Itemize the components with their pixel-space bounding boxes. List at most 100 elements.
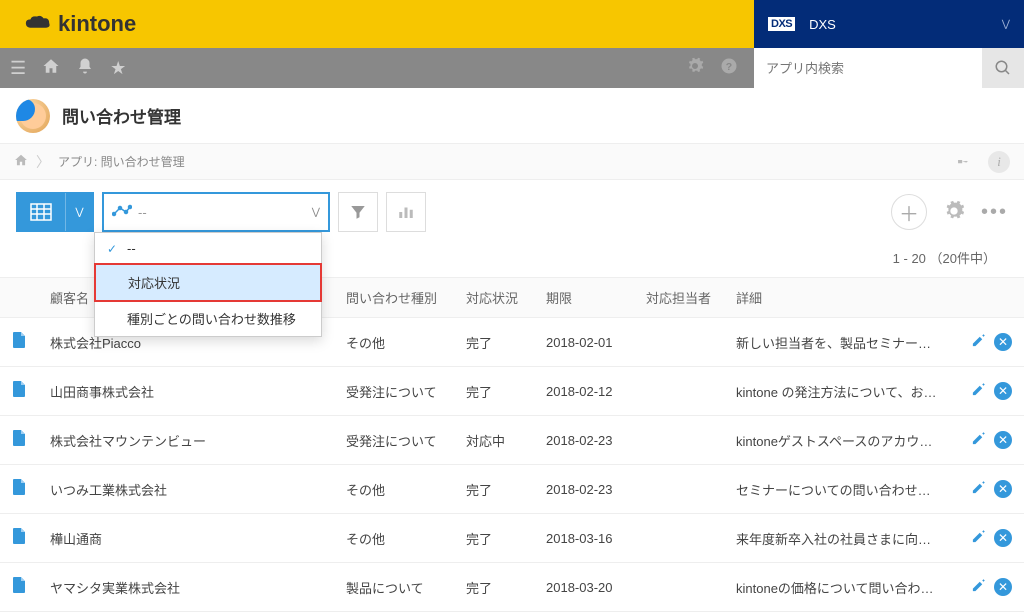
- chart-button[interactable]: [386, 192, 426, 232]
- pin-icon[interactable]: [956, 153, 970, 170]
- search-icon: [994, 59, 1012, 77]
- nav-bar: ☰ ★ ?: [0, 48, 1024, 88]
- app-avatar: [16, 99, 50, 133]
- settings-button[interactable]: [943, 200, 965, 225]
- dropdown-item-label: 種別ごとの問い合わせ数推移: [127, 309, 296, 328]
- table-row[interactable]: いつみ工業株式会社その他完了2018-02-23セミナーについての問い合わせ。k…: [0, 465, 1024, 514]
- dropdown-item[interactable]: ✓ --: [95, 233, 321, 264]
- check-icon: ✓: [107, 242, 121, 256]
- chevron-down-icon: ⋁: [1002, 19, 1010, 30]
- app-title: 問い合わせ管理: [62, 103, 181, 128]
- search-button[interactable]: [982, 48, 1024, 88]
- cell-type: その他: [334, 465, 454, 514]
- home-icon[interactable]: [14, 153, 28, 170]
- edit-button[interactable]: [971, 382, 986, 401]
- delete-button[interactable]: ✕: [994, 382, 1012, 400]
- edit-button[interactable]: [971, 480, 986, 499]
- dropdown-item-highlighted[interactable]: 対応状況: [94, 263, 322, 302]
- delete-button[interactable]: ✕: [994, 529, 1012, 547]
- col-detail[interactable]: 詳細: [724, 278, 954, 318]
- col-type[interactable]: 問い合わせ種別: [334, 278, 454, 318]
- dropdown-item-label: 対応状況: [128, 273, 180, 292]
- cell-detail: kintone の発注方法について、お問…: [724, 367, 954, 416]
- file-icon: [12, 580, 26, 597]
- edit-button[interactable]: [971, 578, 986, 597]
- info-icon[interactable]: i: [988, 151, 1010, 173]
- table-row[interactable]: 山田商事株式会社受発注について完了2018-02-12kintone の発注方法…: [0, 367, 1024, 416]
- delete-button[interactable]: ✕: [994, 431, 1012, 449]
- table-row[interactable]: 株式会社マウンテンビュー受発注について対応中2018-02-23kintoneゲ…: [0, 416, 1024, 465]
- edit-button[interactable]: [971, 431, 986, 450]
- home-icon[interactable]: [42, 57, 60, 80]
- cell-due: 2018-02-23: [534, 416, 634, 465]
- delete-button[interactable]: ✕: [994, 333, 1012, 351]
- cell-detail: 来年度新卒入社の社員さまに向けて…: [724, 514, 954, 563]
- delete-button[interactable]: ✕: [994, 578, 1012, 596]
- chevron-down-icon: ⋁: [312, 207, 320, 218]
- table-row[interactable]: ヤマシタ実業株式会社製品について完了2018-03-20kintoneの価格につ…: [0, 563, 1024, 612]
- gear-icon[interactable]: [686, 57, 704, 80]
- ellipsis-icon: •••: [981, 201, 1008, 223]
- grid-icon: [17, 193, 65, 231]
- cell-assignee: [634, 367, 724, 416]
- edit-button[interactable]: [971, 333, 986, 352]
- star-icon[interactable]: ★: [110, 58, 126, 79]
- cell-detail: 新しい担当者を、製品セミナーに参…: [724, 318, 954, 367]
- brand-text: kintone: [58, 11, 136, 37]
- cell-status: 完了: [454, 318, 534, 367]
- cell-assignee: [634, 318, 724, 367]
- cell-status: 完了: [454, 465, 534, 514]
- search-wrap: [754, 48, 1024, 88]
- cell-type: 受発注について: [334, 367, 454, 416]
- more-button[interactable]: •••: [981, 201, 1008, 224]
- org-badge: DXS: [768, 17, 795, 31]
- file-icon: [12, 384, 26, 401]
- file-icon: [12, 531, 26, 548]
- cell-type: 受発注について: [334, 416, 454, 465]
- gear-icon: [943, 200, 965, 222]
- view-mode[interactable]: ⋁: [16, 192, 94, 232]
- dropdown-item-label: --: [127, 241, 136, 256]
- toolbar: ⋁ -- ⋁ ＋ ••• ✓ -- 対応状況: [0, 180, 1024, 244]
- org-name: DXS: [809, 17, 836, 32]
- plus-icon: ＋: [899, 198, 919, 227]
- col-assignee[interactable]: 対応担当者: [634, 278, 724, 318]
- cell-due: 2018-02-23: [534, 465, 634, 514]
- help-icon[interactable]: ?: [720, 57, 738, 80]
- cell-status: 完了: [454, 563, 534, 612]
- funnel-icon: [349, 203, 367, 221]
- cell-assignee: [634, 416, 724, 465]
- cell-status: 対応中: [454, 416, 534, 465]
- menu-icon[interactable]: ☰: [10, 58, 26, 79]
- add-button[interactable]: ＋: [891, 194, 927, 230]
- cell-detail: kintoneゲストスペースのアカウン…: [724, 416, 954, 465]
- kintone-cloud-icon: [24, 14, 52, 34]
- line-chart-icon: [112, 204, 132, 221]
- col-due[interactable]: 期限: [534, 278, 634, 318]
- table-row[interactable]: 樺山通商その他完了2018-03-16来年度新卒入社の社員さまに向けて…✕: [0, 514, 1024, 563]
- search-input[interactable]: [754, 48, 982, 88]
- top-bar: kintone DXS DXS ⋁: [0, 0, 1024, 48]
- cell-customer: 樺山通商: [38, 514, 334, 563]
- filter-button[interactable]: [338, 192, 378, 232]
- graph-selector[interactable]: -- ⋁: [102, 192, 330, 232]
- cell-assignee: [634, 563, 724, 612]
- org-selector[interactable]: DXS DXS ⋁: [754, 0, 1024, 48]
- dropdown-item[interactable]: 種別ごとの問い合わせ数推移: [95, 301, 321, 336]
- delete-button[interactable]: ✕: [994, 480, 1012, 498]
- breadcrumb-label: アプリ: 問い合わせ管理: [58, 153, 185, 170]
- bell-icon[interactable]: [76, 57, 94, 80]
- file-icon: [12, 482, 26, 499]
- cell-type: その他: [334, 318, 454, 367]
- edit-button[interactable]: [971, 529, 986, 548]
- cell-customer: ヤマシタ実業株式会社: [38, 563, 334, 612]
- col-status[interactable]: 対応状況: [454, 278, 534, 318]
- cell-type: 製品について: [334, 563, 454, 612]
- logo[interactable]: kintone: [24, 11, 136, 37]
- cell-status: 完了: [454, 367, 534, 416]
- cell-type: その他: [334, 514, 454, 563]
- cell-due: 2018-02-01: [534, 318, 634, 367]
- cell-due: 2018-03-20: [534, 563, 634, 612]
- cell-detail: セミナーについての問い合わせ。ki…: [724, 465, 954, 514]
- cell-due: 2018-03-16: [534, 514, 634, 563]
